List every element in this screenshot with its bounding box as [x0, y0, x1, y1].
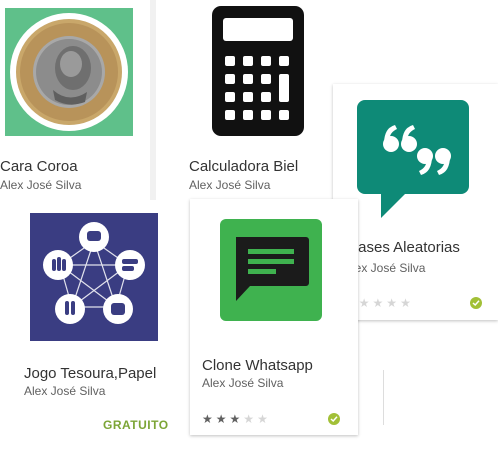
app-title[interactable]: Jogo Tesoura,Papel [24, 365, 176, 382]
app-author[interactable]: Alex José Silva [24, 384, 176, 398]
calculator-icon [212, 6, 304, 136]
app-icon-rps [30, 213, 158, 341]
app-author[interactable]: Alex José Silva [202, 376, 354, 390]
star-icon: ★ [400, 296, 411, 310]
chat-quote-icon [357, 100, 469, 218]
grid-divider [383, 370, 384, 425]
check-icon [328, 413, 340, 425]
rock-paper-scissors-icon [43, 222, 145, 324]
star-icon: ★ [229, 412, 241, 426]
app-icon-coin [5, 8, 133, 136]
grid-divider [150, 0, 156, 200]
app-author[interactable]: Alex José Silva [0, 178, 150, 192]
app-icon-quotes [355, 98, 471, 220]
coin-icon [10, 13, 128, 131]
star-icon: ★ [358, 296, 370, 310]
app-card-calculadora[interactable]: Calculadora Biel Alex José Silva [178, 0, 338, 198]
check-icon [470, 297, 482, 309]
app-title[interactable]: Calculadora Biel [189, 158, 337, 175]
price-badge[interactable]: GRATUITO [103, 418, 169, 432]
chat-message-icon [220, 219, 322, 321]
star-icon: ★ [257, 412, 268, 426]
app-icon-whatsapp-clone [220, 219, 322, 321]
app-author[interactable]: Alex José Silva [189, 178, 337, 192]
app-card-jogo-tesoura[interactable]: Jogo Tesoura,Papel Alex José Silva GRATU… [12, 204, 180, 440]
rating-stars: ★ ★ ★ ★ ★ [202, 413, 268, 425]
app-author[interactable]: Alex José Silva [344, 261, 494, 275]
app-card-clone-whatsapp[interactable]: Clone Whatsapp Alex José Silva ★ ★ ★ ★ ★ [190, 199, 358, 435]
star-icon: ★ [386, 296, 398, 310]
star-icon: ★ [215, 412, 227, 426]
star-icon: ★ [372, 296, 384, 310]
app-icon-calculator [210, 6, 306, 136]
app-card-cara-coroa[interactable]: Cara Coroa Alex José Silva [0, 0, 150, 200]
app-title[interactable]: Clone Whatsapp [202, 357, 354, 374]
app-title[interactable]: Cara Coroa [0, 158, 150, 175]
star-icon: ★ [202, 412, 213, 426]
app-title[interactable]: Frases Aleatorias [344, 239, 494, 256]
star-icon: ★ [243, 412, 255, 426]
